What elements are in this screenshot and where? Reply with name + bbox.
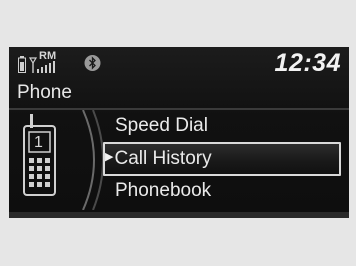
menu-item-call-history[interactable]: ▶Call History: [103, 142, 341, 176]
menu-item-speed-dial[interactable]: Speed Dial: [113, 111, 349, 141]
bottom-edge: [9, 212, 349, 218]
menu-item-label: Speed Dial: [115, 115, 208, 136]
phone-screen: RM 12:34 Phone 1 Speed Dial ▶Call Histor…: [9, 47, 349, 218]
menu-item-label: Phonebook: [115, 180, 212, 201]
page-title: Phone: [17, 82, 72, 103]
selection-arrow-icon: ▶: [105, 151, 114, 163]
bluetooth-icon: [84, 55, 101, 71]
menu-item-label: Call History: [114, 148, 212, 170]
status-bar: RM 12:34: [9, 47, 349, 83]
menu-item-phonebook[interactable]: Phonebook: [113, 176, 349, 206]
phone-display-digit: 1: [34, 134, 43, 151]
phone-icon: [23, 114, 56, 196]
top-bezel: [8, 0, 349, 47]
roaming-label: RM: [39, 50, 57, 62]
clock: 12:34: [274, 49, 341, 77]
battery-icon: [18, 56, 26, 73]
